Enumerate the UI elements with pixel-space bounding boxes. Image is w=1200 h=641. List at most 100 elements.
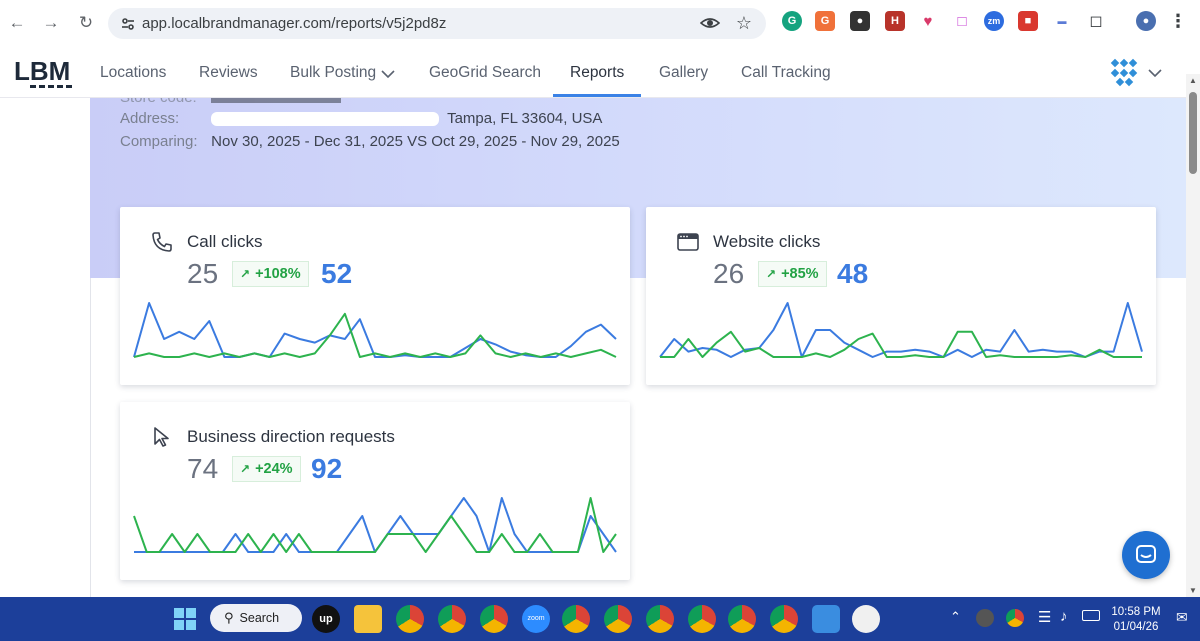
- url-text[interactable]: app.localbrandmanager.com/reports/v5j2pd…: [142, 15, 446, 32]
- file-explorer-icon[interactable]: [354, 605, 382, 633]
- browser-menu-icon[interactable]: ⋮: [1168, 11, 1188, 31]
- chrome-app-icon[interactable]: [396, 605, 424, 633]
- chrome-profile-6-icon[interactable]: [646, 605, 674, 633]
- current-value: 48: [837, 258, 869, 289]
- change-badge: ↗ +108%: [232, 261, 309, 287]
- photos-app-icon[interactable]: [812, 605, 840, 633]
- windows-start-icon[interactable]: [173, 607, 197, 631]
- extension-bar-icon[interactable]: ▬: [1052, 11, 1072, 31]
- scroll-down-arrow-icon[interactable]: ▼: [1189, 586, 1197, 595]
- nav-geogrid-search[interactable]: GeoGrid Search: [429, 64, 541, 82]
- account-chevron-down-icon[interactable]: [1148, 68, 1162, 78]
- store-code-redacted: [211, 98, 342, 104]
- current-period-line: [134, 497, 617, 553]
- nav-reports[interactable]: Reports: [570, 64, 624, 82]
- extension-h-icon[interactable]: H: [885, 11, 905, 31]
- tray-app-icon[interactable]: [976, 609, 994, 627]
- previous-period-line: [133, 312, 617, 358]
- eye-icon[interactable]: [699, 13, 720, 33]
- extensions-puzzle-icon[interactable]: ◻: [1086, 11, 1106, 31]
- chrome-profile-7-icon[interactable]: [688, 605, 716, 633]
- card-title: Call clicks: [187, 232, 263, 251]
- change-badge: ↗ +24%: [232, 456, 301, 482]
- zoom-app-icon[interactable]: zoom: [522, 605, 550, 633]
- call-clicks-card: Call clicks 25 ↗ +108% 52: [120, 207, 630, 385]
- nav-reviews[interactable]: Reviews: [199, 64, 258, 82]
- scroll-up-arrow-icon[interactable]: ▲: [1189, 76, 1197, 85]
- change-badge: ↗ +85%: [758, 261, 827, 287]
- site-info-icon[interactable]: [120, 16, 136, 32]
- search-icon: ⚲: [224, 610, 234, 625]
- notification-bell-icon[interactable]: ✉: [1176, 609, 1188, 626]
- change-value: +85%: [781, 266, 819, 282]
- upwork-app-icon[interactable]: up: [312, 605, 340, 633]
- chrome-profile-8-icon[interactable]: [728, 605, 756, 633]
- bookmark-star-icon[interactable]: ☆: [736, 13, 752, 33]
- nav-locations[interactable]: Locations: [100, 64, 166, 82]
- system-clock[interactable]: 10:58 PM 01/04/26: [1110, 605, 1162, 635]
- comparing-value: Nov 30, 2025 - Dec 31, 2025 VS Oct 29, 2…: [211, 133, 620, 150]
- address-bar[interactable]: app.localbrandmanager.com/reports/v5j2pd…: [108, 8, 766, 39]
- grammarly-icon[interactable]: G: [782, 11, 802, 31]
- cursor-arrow-icon: [154, 427, 169, 447]
- extension-badge-icon[interactable]: ■: [1018, 11, 1038, 31]
- chat-launcher-button[interactable]: [1122, 531, 1170, 579]
- previous-value: 26: [713, 258, 745, 289]
- extension-heart-icon[interactable]: ♥: [918, 11, 938, 31]
- comparing-label: Comparing:: [120, 133, 198, 150]
- app-navbar: LBM Locations Reviews Bulk Posting GeoGr…: [0, 46, 1186, 98]
- extension-detective-icon[interactable]: ●: [850, 11, 870, 31]
- previous-value: 74: [187, 453, 219, 484]
- clock-time: 10:58 PM: [1111, 606, 1161, 618]
- forward-arrow-icon[interactable]: →: [40, 12, 62, 34]
- address-row: Address: Tampa, FL 33604, USA: [120, 110, 602, 127]
- phone-icon: [152, 232, 172, 252]
- extension-clip-icon[interactable]: □: [952, 11, 972, 31]
- previous-period-line: [133, 497, 617, 553]
- chrome-profile-4-icon[interactable]: [562, 605, 590, 633]
- store-code-row: Store code:: [120, 98, 342, 106]
- taskbar-search[interactable]: ⚲ Search: [210, 604, 302, 632]
- extension-g-icon[interactable]: G: [815, 11, 835, 31]
- chrome-profile-2-icon[interactable]: [438, 605, 466, 633]
- current-period-line: [659, 302, 1143, 358]
- nav-gallery[interactable]: Gallery: [659, 64, 708, 82]
- paint-app-icon[interactable]: [852, 605, 880, 633]
- previous-value: 25: [187, 258, 219, 289]
- chrome-profile-5-icon[interactable]: [604, 605, 632, 633]
- lbm-logo[interactable]: LBM: [14, 56, 72, 90]
- profile-avatar-icon[interactable]: ●: [1136, 11, 1156, 31]
- direction-requests-sparkline: [133, 497, 617, 553]
- card-title: Website clicks: [713, 232, 821, 251]
- comparing-row: Comparing: Nov 30, 2025 - Dec 31, 2025 V…: [120, 133, 620, 150]
- arrow-up-right-icon: ↗: [240, 267, 251, 281]
- account-logo-icon[interactable]: [1108, 58, 1140, 88]
- wifi-icon[interactable]: ☰: [1038, 608, 1051, 626]
- nav-bulk-posting[interactable]: Bulk Posting: [290, 64, 376, 82]
- current-value: 52: [321, 258, 353, 289]
- tray-chrome-icon[interactable]: [1006, 609, 1024, 627]
- page-scrollbar[interactable]: ▲ ▼: [1186, 74, 1200, 597]
- change-value: +24%: [255, 461, 293, 477]
- chat-bubble-icon: [1136, 545, 1156, 563]
- store-code-label: Store code:: [120, 98, 207, 106]
- address-value: Tampa, FL 33604, USA: [447, 110, 603, 127]
- logo-text: LBM: [14, 56, 70, 86]
- zoom-extension-icon[interactable]: zm: [984, 11, 1004, 31]
- address-label: Address:: [120, 110, 180, 127]
- report-content: Store code: Address: Tampa, FL 33604, US…: [0, 98, 1186, 597]
- volume-icon[interactable]: ♪: [1060, 608, 1068, 625]
- scrollbar-thumb[interactable]: [1189, 92, 1197, 174]
- chrome-profile-9-icon[interactable]: [770, 605, 798, 633]
- back-arrow-icon[interactable]: ←: [6, 12, 28, 34]
- system-tray-chevron-icon[interactable]: ⌃: [950, 609, 961, 625]
- chrome-profile-3-icon[interactable]: [480, 605, 508, 633]
- change-value: +108%: [255, 266, 301, 282]
- reload-icon[interactable]: ↻: [75, 12, 97, 34]
- website-clicks-sparkline: [659, 302, 1143, 358]
- chevron-down-icon[interactable]: [381, 69, 395, 79]
- battery-icon[interactable]: [1082, 610, 1100, 621]
- current-period-line: [133, 302, 617, 358]
- website-clicks-card: Website clicks 26 ↗ +85% 48: [646, 207, 1156, 385]
- nav-call-tracking[interactable]: Call Tracking: [741, 64, 831, 82]
